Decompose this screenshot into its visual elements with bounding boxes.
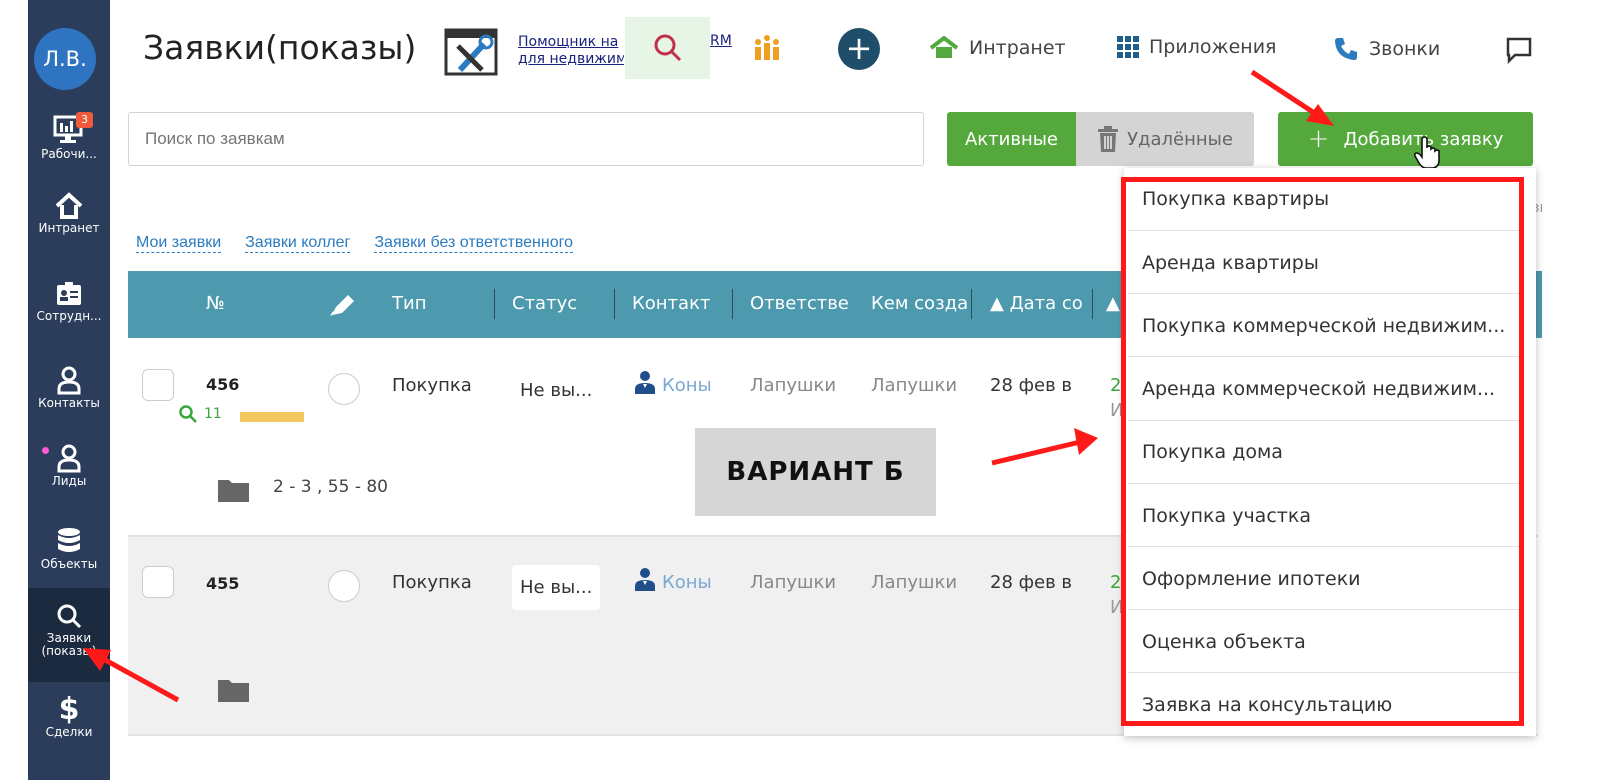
- arrow-to-dropdown: [991, 428, 1098, 466]
- annotation-arrows: [83, 69, 1334, 703]
- arrow-to-add-button: [1250, 69, 1334, 126]
- arrow-to-requests-menu: [83, 648, 180, 703]
